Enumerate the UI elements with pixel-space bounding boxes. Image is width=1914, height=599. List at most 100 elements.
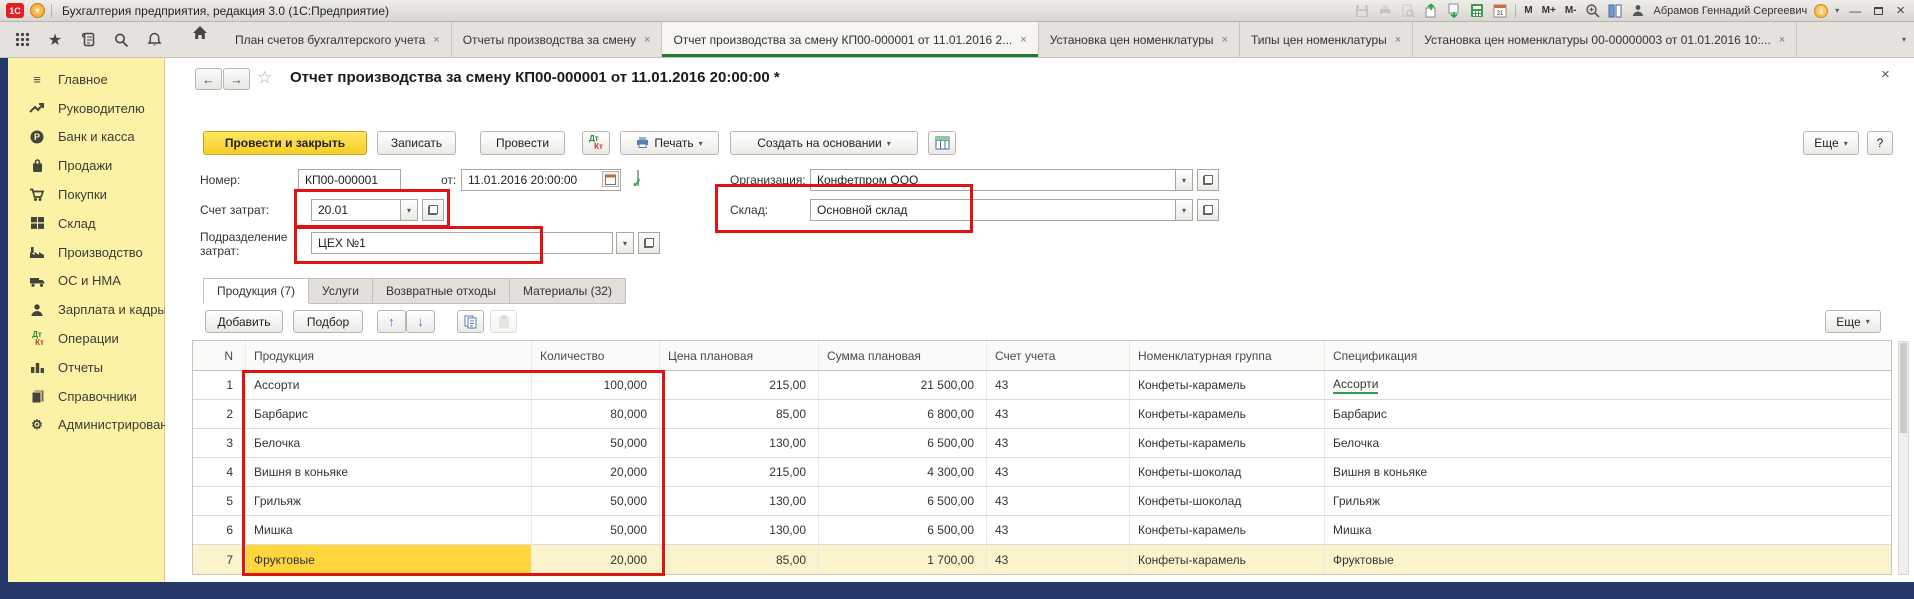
- scrollbar-thumb[interactable]: [1900, 343, 1907, 433]
- column-header-n[interactable]: N: [193, 341, 246, 370]
- load-file-icon[interactable]: [1423, 3, 1439, 19]
- memory-m-plus-button[interactable]: М+: [1541, 5, 1557, 16]
- sidebar-item-purchases[interactable]: Покупки: [8, 180, 164, 209]
- minimize-button[interactable]: —: [1846, 4, 1864, 18]
- move-up-button[interactable]: ↑: [377, 310, 406, 333]
- sidebar-item-administration[interactable]: ⚙ Администрирование: [8, 411, 182, 440]
- tabs-overflow-button[interactable]: ▾: [1894, 22, 1914, 57]
- memory-m-button[interactable]: М: [1523, 5, 1533, 16]
- move-down-button[interactable]: ↓: [406, 310, 435, 333]
- post-button[interactable]: Провести: [480, 131, 565, 155]
- favorite-star-icon[interactable]: ☆: [257, 68, 272, 88]
- table-row[interactable]: 3 Белочка 50,000 130,00 6 500,00 43 Конф…: [193, 429, 1891, 458]
- warehouse-open-button[interactable]: [1197, 199, 1219, 221]
- sidebar-item-warehouse[interactable]: Склад: [8, 209, 164, 238]
- warehouse-dropdown-button[interactable]: ▾: [1175, 199, 1193, 221]
- cost-account-input[interactable]: [311, 199, 401, 221]
- organization-open-button[interactable]: [1197, 169, 1219, 191]
- tab-services[interactable]: Услуги: [309, 278, 373, 304]
- restore-button[interactable]: [1871, 4, 1886, 18]
- column-header-quantity[interactable]: Количество: [532, 341, 660, 370]
- pick-button[interactable]: Подбор: [293, 310, 363, 333]
- cost-account-dropdown-button[interactable]: ▾: [400, 199, 418, 221]
- sidebar-item-bank-cash[interactable]: Р Банк и касса: [8, 123, 164, 152]
- column-header-planned-sum[interactable]: Сумма плановая: [819, 341, 987, 370]
- back-button[interactable]: ←: [195, 68, 222, 90]
- tab-price-types[interactable]: Типы цен номенклатуры ×: [1240, 22, 1414, 57]
- chevron-down-icon[interactable]: ▾: [1835, 6, 1839, 15]
- forward-button[interactable]: →: [223, 68, 250, 90]
- search-button[interactable]: [111, 30, 131, 50]
- memory-m-minus-button[interactable]: М-: [1564, 5, 1578, 16]
- calendar-picker-button[interactable]: [602, 171, 619, 187]
- tab-price-setting[interactable]: Установка цен номенклатуры ×: [1039, 22, 1240, 57]
- close-window-button[interactable]: ×: [1893, 2, 1908, 19]
- cost-account-open-button[interactable]: [422, 199, 444, 221]
- save-file-icon[interactable]: [1446, 3, 1462, 19]
- column-header-planned-price[interactable]: Цена плановая: [660, 341, 819, 370]
- column-header-specification[interactable]: Спецификация: [1325, 341, 1891, 370]
- notifications-bell-button[interactable]: [144, 30, 164, 50]
- home-button[interactable]: [190, 22, 210, 42]
- table-row[interactable]: 2 Барбарис 80,000 85,00 6 800,00 43 Конф…: [193, 400, 1891, 429]
- close-icon[interactable]: ×: [1779, 34, 1785, 46]
- tab-products[interactable]: Продукция (7): [203, 278, 310, 304]
- date-input[interactable]: [461, 169, 621, 191]
- apps-menu-button[interactable]: [12, 30, 32, 50]
- more-button[interactable]: Еще ▾: [1803, 131, 1859, 155]
- table-row-selected[interactable]: 7 Фруктовые 20,000 85,00 1 700,00 43 Кон…: [193, 545, 1891, 574]
- column-header-product[interactable]: Продукция: [246, 341, 532, 370]
- close-form-button[interactable]: ×: [1881, 66, 1890, 83]
- save-button[interactable]: Записать: [377, 131, 456, 155]
- copy-button[interactable]: [457, 310, 484, 333]
- sidebar-item-reports[interactable]: Отчеты: [8, 353, 164, 382]
- department-open-button[interactable]: [638, 232, 660, 254]
- tab-production-reports-list[interactable]: Отчеты производства за смену ×: [452, 22, 663, 57]
- add-row-button[interactable]: Добавить: [205, 310, 283, 333]
- spreadsheet-report-button[interactable]: [928, 131, 956, 155]
- history-button[interactable]: [78, 30, 98, 50]
- sidebar-item-manager[interactable]: Руководителю: [8, 94, 164, 123]
- table-more-button[interactable]: Еще ▾: [1825, 310, 1881, 333]
- sidebar-item-operations[interactable]: Дт Кт Операции: [8, 324, 164, 353]
- tab-materials[interactable]: Материалы (32): [510, 278, 626, 304]
- organization-dropdown-button[interactable]: ▾: [1175, 169, 1193, 191]
- post-and-close-button[interactable]: Провести и закрыть: [203, 131, 367, 155]
- help-button[interactable]: ?: [1867, 131, 1893, 155]
- calendar-icon[interactable]: 31: [1492, 3, 1508, 19]
- table-row[interactable]: 4 Вишня в коньяке 20,000 215,00 4 300,00…: [193, 458, 1891, 487]
- dtkt-postings-button[interactable]: Дт Кт: [582, 131, 610, 155]
- table-row[interactable]: 5 Грильяж 50,000 130,00 6 500,00 43 Конф…: [193, 487, 1891, 516]
- table-row[interactable]: 1 Ассорти 100,000 215,00 21 500,00 43 Ко…: [193, 371, 1891, 400]
- warehouse-input[interactable]: [810, 199, 1176, 221]
- current-user-name[interactable]: Абрамов Геннадий Сергеевич: [1653, 5, 1807, 17]
- table-scrollbar[interactable]: [1898, 341, 1909, 575]
- column-header-nomenclature-group[interactable]: Номенклатурная группа: [1130, 341, 1325, 370]
- sidebar-item-main[interactable]: ≡ Главное: [8, 65, 164, 94]
- department-dropdown-button[interactable]: ▾: [616, 232, 634, 254]
- tab-price-setting-document[interactable]: Установка цен номенклатуры 00-00000003 о…: [1413, 22, 1798, 57]
- calculator-icon[interactable]: [1469, 3, 1485, 19]
- active-cell[interactable]: Фруктовые: [246, 545, 532, 574]
- close-icon[interactable]: ×: [1020, 34, 1026, 46]
- info-button[interactable]: i: [1814, 3, 1829, 18]
- tab-returnable-waste[interactable]: Возвратные отходы: [372, 278, 511, 304]
- sidebar-item-sales[interactable]: Продажи: [8, 151, 164, 180]
- favorites-star-button[interactable]: ★: [45, 30, 65, 50]
- close-icon[interactable]: ×: [644, 34, 650, 46]
- tab-chart-of-accounts[interactable]: План счетов бухгалтерского учета ×: [224, 22, 452, 57]
- sidebar-item-references[interactable]: Справочники: [8, 382, 164, 411]
- sidebar-item-production[interactable]: Производство: [8, 238, 164, 267]
- close-icon[interactable]: ×: [433, 34, 439, 46]
- table-row[interactable]: 6 Мишка 50,000 130,00 6 500,00 43 Конфет…: [193, 516, 1891, 545]
- split-columns-icon[interactable]: [1607, 3, 1623, 19]
- sidebar-item-salary-hr[interactable]: Зарплата и кадры: [8, 295, 167, 324]
- create-based-on-button[interactable]: Создать на основании ▾: [730, 131, 918, 155]
- column-header-account[interactable]: Счет учета: [987, 341, 1130, 370]
- zoom-icon[interactable]: [1584, 3, 1600, 19]
- print-button[interactable]: Печать ▾: [620, 131, 719, 155]
- department-input[interactable]: [311, 232, 613, 254]
- close-icon[interactable]: ×: [1395, 34, 1401, 46]
- tab-production-report-document[interactable]: Отчет производства за смену КП00-000001 …: [662, 22, 1039, 57]
- organization-input[interactable]: [810, 169, 1176, 191]
